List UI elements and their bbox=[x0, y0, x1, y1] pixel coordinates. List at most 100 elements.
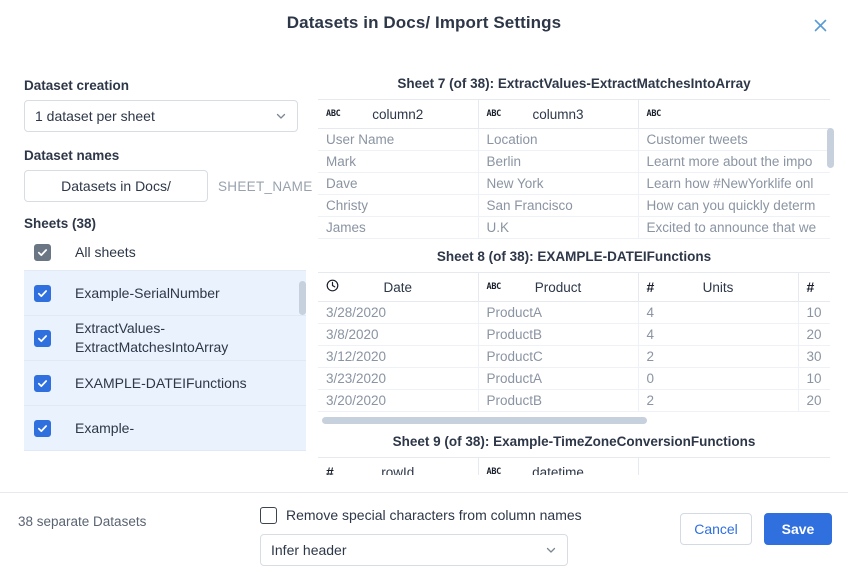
table-row: 3/28/2020ProductA410 bbox=[318, 302, 830, 324]
table-cell: Learn how #NewYorklife onl bbox=[638, 173, 830, 195]
dataset-names-label: Dataset names bbox=[24, 148, 314, 163]
sheet-preview-title: Sheet 7 (of 38): ExtractValues-ExtractMa… bbox=[318, 70, 830, 99]
column-header[interactable]: ABC column2 bbox=[318, 100, 478, 129]
sheet-preview: Sheet 8 (of 38): EXAMPLE-DATEIFunctions D… bbox=[318, 243, 830, 424]
column-header[interactable] bbox=[638, 458, 830, 476]
sheets-count-label: Sheets (38) bbox=[24, 216, 314, 231]
column-header[interactable]: # bbox=[798, 273, 830, 302]
table-cell: 10 bbox=[798, 302, 830, 324]
table-cell: 2 bbox=[638, 390, 798, 412]
dataset-names-row: Datasets in Docs/ SHEET_NAME bbox=[24, 170, 314, 202]
list-item[interactable]: Example- bbox=[24, 406, 306, 451]
sheet-list-scrollbar[interactable] bbox=[299, 281, 306, 315]
table-cell: Location bbox=[478, 129, 638, 151]
settings-panel: Dataset creation 1 dataset per sheet Dat… bbox=[24, 78, 314, 467]
table-cell: Excited to announce that we bbox=[638, 217, 830, 239]
table-cell: 4 bbox=[638, 302, 798, 324]
table-cell: San Francisco bbox=[478, 195, 638, 217]
preview-vertical-scrollbar[interactable] bbox=[827, 128, 834, 168]
dataset-creation-value: 1 dataset per sheet bbox=[35, 108, 275, 124]
abc-icon: ABC bbox=[326, 109, 340, 119]
abc-icon: ABC bbox=[487, 109, 501, 119]
sheet-checkbox[interactable] bbox=[34, 330, 51, 347]
table-cell: Berlin bbox=[478, 151, 638, 173]
column-header[interactable]: ABC Product bbox=[478, 273, 638, 302]
list-item[interactable]: EXAMPLE-DATEIFunctions bbox=[24, 361, 306, 406]
sheet-checkbox[interactable] bbox=[34, 420, 51, 437]
column-header[interactable]: ABC bbox=[638, 100, 830, 129]
table-row: 3/23/2020ProductA010 bbox=[318, 368, 830, 390]
column-header[interactable]: #rowId bbox=[318, 458, 478, 476]
table-header-row: #rowIdABCdatetime bbox=[318, 458, 830, 476]
header-mode-value: Infer header bbox=[271, 542, 545, 558]
table-cell: ProductB bbox=[478, 324, 638, 346]
table-row: MarkBerlinLearnt more about the impo bbox=[318, 151, 830, 173]
table-cell: 3/28/2020 bbox=[318, 302, 478, 324]
list-item[interactable]: ExtractValues-ExtractMatchesIntoArray bbox=[24, 316, 306, 361]
sheet-name-token: SHEET_NAME bbox=[218, 179, 313, 194]
table-cell: ProductA bbox=[478, 368, 638, 390]
table-cell: 3/8/2020 bbox=[318, 324, 478, 346]
preview-table: #rowIdABCdatetime bbox=[318, 457, 830, 475]
table-cell: ProductA bbox=[478, 302, 638, 324]
sheet-preview-panel: Sheet 7 (of 38): ExtractValues-ExtractMa… bbox=[318, 70, 830, 475]
table-cell: 0 bbox=[638, 368, 798, 390]
all-sheets-label: All sheets bbox=[75, 244, 136, 260]
table-cell: 20 bbox=[798, 324, 830, 346]
chevron-down-icon bbox=[275, 110, 287, 122]
dialog-header: Datasets in Docs/ Import Settings bbox=[0, 0, 848, 50]
column-header[interactable]: #Units bbox=[638, 273, 798, 302]
table-cell: 3/20/2020 bbox=[318, 390, 478, 412]
column-header[interactable]: ABCdatetime bbox=[478, 458, 638, 476]
table-cell: 30 bbox=[798, 346, 830, 368]
sheet-preview: Sheet 7 (of 38): ExtractValues-ExtractMa… bbox=[318, 70, 830, 239]
save-button[interactable]: Save bbox=[764, 513, 832, 545]
sheet-preview-title: Sheet 8 (of 38): EXAMPLE-DATEIFunctions bbox=[318, 243, 830, 272]
table-header-row: ABCcolumn2ABCcolumn3ABC bbox=[318, 100, 830, 129]
column-header-label: datetime bbox=[532, 465, 584, 476]
sheet-checkbox[interactable] bbox=[34, 285, 51, 302]
column-header-label: column2 bbox=[372, 107, 423, 122]
dataset-names-input[interactable]: Datasets in Docs/ bbox=[24, 170, 208, 202]
table-row: DaveNew YorkLearn how #NewYorklife onl bbox=[318, 173, 830, 195]
column-header[interactable]: ABCcolumn3 bbox=[478, 100, 638, 129]
table-cell: Mark bbox=[318, 151, 478, 173]
table-cell: 4 bbox=[638, 324, 798, 346]
all-sheets-checkbox[interactable] bbox=[34, 244, 51, 261]
table-cell: Customer tweets bbox=[638, 129, 830, 151]
preview-table: DateABCProduct#Units#3/28/2020ProductA41… bbox=[318, 272, 830, 412]
sheet-checkbox[interactable] bbox=[34, 375, 51, 392]
table-row: ChristySan FranciscoHow can you quickly … bbox=[318, 195, 830, 217]
abc-icon: ABC bbox=[487, 282, 501, 292]
chevron-down-icon bbox=[545, 544, 557, 556]
column-header[interactable]: Date bbox=[318, 273, 478, 302]
hash-icon: # bbox=[326, 465, 334, 475]
table-cell: 3/23/2020 bbox=[318, 368, 478, 390]
table-cell: 10 bbox=[798, 368, 830, 390]
header-mode-select[interactable]: Infer header bbox=[260, 534, 568, 566]
remove-special-chars-row[interactable]: Remove special characters from column na… bbox=[260, 505, 590, 525]
all-sheets-row[interactable]: All sheets bbox=[24, 238, 314, 266]
table-cell: How can you quickly determ bbox=[638, 195, 830, 217]
table-header-row: Date ABC Product #Units# bbox=[318, 273, 830, 302]
preview-table: ABCcolumn2ABCcolumn3ABCUser NameLocation… bbox=[318, 99, 830, 239]
clock-icon bbox=[326, 279, 339, 295]
table-row: JamesU.KExcited to announce that we bbox=[318, 217, 830, 239]
remove-special-chars-checkbox[interactable] bbox=[260, 507, 277, 524]
list-item[interactable]: Example-SerialNumber bbox=[24, 271, 306, 316]
preview-horizontal-scrollbar[interactable] bbox=[322, 417, 647, 424]
footer-options: Remove special characters from column na… bbox=[260, 505, 590, 566]
sheet-label: EXAMPLE-DATEIFunctions bbox=[75, 374, 247, 393]
table-cell: New York bbox=[478, 173, 638, 195]
dataset-creation-select[interactable]: 1 dataset per sheet bbox=[24, 100, 298, 132]
sheet-list: Example-SerialNumberExtractValues-Extrac… bbox=[24, 270, 306, 467]
column-header-label: Product bbox=[535, 280, 582, 295]
close-icon[interactable] bbox=[808, 13, 832, 37]
cancel-button[interactable]: Cancel bbox=[680, 513, 752, 545]
abc-icon: ABC bbox=[647, 109, 661, 119]
table-cell: 20 bbox=[798, 390, 830, 412]
table-cell: User Name bbox=[318, 129, 478, 151]
column-header-label: Date bbox=[383, 280, 412, 295]
sheet-label: Example- bbox=[75, 419, 134, 438]
table-row: 3/20/2020ProductB220 bbox=[318, 390, 830, 412]
